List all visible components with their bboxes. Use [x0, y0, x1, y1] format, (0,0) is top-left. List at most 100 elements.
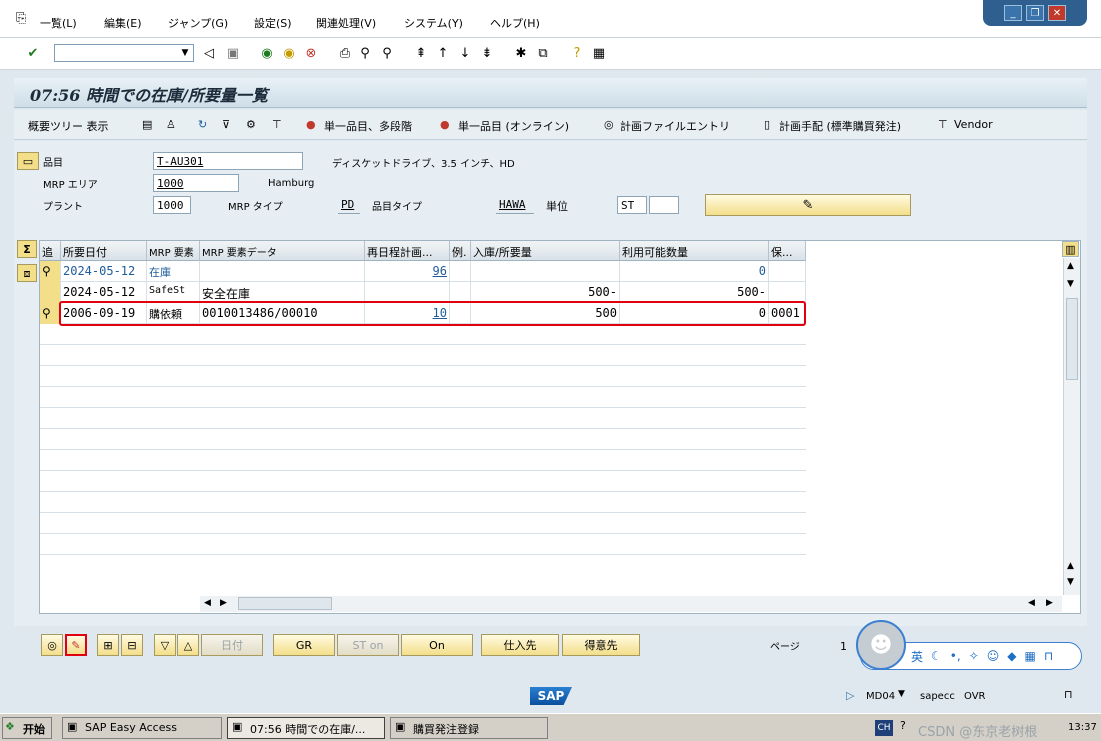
person-icon[interactable]: ♙	[166, 118, 176, 131]
tree-display-button[interactable]: 概要ツリー 表示	[28, 118, 109, 134]
close-button[interactable]: ✕	[1048, 5, 1066, 21]
collapse-icon[interactable]: ⊟	[121, 634, 143, 656]
enter-icon[interactable]: ✔	[24, 44, 42, 62]
task-purchase-order[interactable]: 購買発注登録	[390, 717, 548, 739]
task-stock-list[interactable]: 07:56 時間での在庫/...	[227, 717, 385, 739]
layout-icon[interactable]: ▦	[590, 44, 608, 62]
vendor-button[interactable]: Vendor	[954, 118, 993, 131]
help-icon[interactable]: ?	[568, 44, 586, 62]
expand-icon[interactable]: ⊞	[97, 634, 119, 656]
restore-button[interactable]: ❐	[1026, 5, 1044, 21]
language-indicator[interactable]: CH	[875, 720, 893, 736]
smile-icon[interactable]: ☺	[987, 649, 1000, 663]
single-online-button[interactable]: 単一品目 (オンライン)	[458, 118, 569, 134]
ime-mascot-icon[interactable]: ☻	[856, 620, 906, 670]
scroll-down-icon[interactable]: ▼	[1067, 280, 1074, 289]
lock-icon[interactable]: ⊓	[1044, 649, 1053, 663]
col-header-storage[interactable]: 保...	[769, 241, 806, 261]
filter-icon[interactable]: ⊽	[222, 118, 230, 131]
punctuation-icon[interactable]: •,	[950, 649, 961, 663]
scroll-left-icon[interactable]: ◀	[204, 599, 211, 608]
table-row[interactable]: ⚲ 2024-05-12 在庫 96 0	[40, 261, 806, 282]
prev-page-icon[interactable]: ↑	[434, 44, 452, 62]
scroll-thumb[interactable]	[1066, 298, 1078, 380]
back-icon[interactable]: ◉	[258, 44, 276, 62]
cell-reschedule[interactable]: 96	[365, 261, 450, 282]
row-detail-icon[interactable]: ⚲	[40, 303, 61, 324]
plan-file-button[interactable]: 計画ファイルエントリ	[620, 118, 730, 134]
col-header-date[interactable]: 所要日付	[61, 241, 147, 261]
doc-icon[interactable]: ▤	[142, 118, 152, 131]
unit-extra-field[interactable]	[649, 196, 679, 214]
date-button[interactable]: 日付	[201, 634, 263, 656]
grid-icon[interactable]: ▦	[1025, 649, 1036, 663]
plant-field[interactable]: 1000	[153, 196, 191, 214]
col-header-mrp-data[interactable]: MRP 要素データ	[200, 241, 365, 261]
col-header-receipt-qty[interactable]: 入庫/所要量	[471, 241, 620, 261]
save-icon[interactable]: ▣	[224, 44, 242, 62]
selection-icon[interactable]: ⊤	[272, 118, 282, 131]
tcode-dropdown-icon[interactable]: ▼	[898, 690, 905, 699]
st-on-button[interactable]: ST on	[337, 634, 399, 656]
menu-edit[interactable]: 編集(E)	[104, 15, 142, 31]
command-field[interactable]: ▼	[54, 44, 194, 62]
gr-button[interactable]: GR	[273, 634, 335, 656]
col-header-available-qty[interactable]: 利用可能数量	[620, 241, 769, 261]
help-icon[interactable]: ?	[900, 720, 906, 731]
plan-proc-button[interactable]: 計画手配 (標準購買発注)	[779, 118, 901, 134]
scroll-thumb[interactable]	[238, 597, 332, 610]
sum-icon[interactable]: Σ	[17, 240, 37, 258]
table-row[interactable]: 2024-05-12 SafeSt 安全在庫 500- 500-	[40, 282, 806, 303]
first-page-icon[interactable]: ⇞	[412, 44, 430, 62]
edit-pencil-icon[interactable]: ✎	[705, 194, 911, 216]
customer-button[interactable]: 得意先	[562, 634, 640, 656]
col-header-reschedule[interactable]: 再日程計画...	[365, 241, 450, 261]
new-session-icon[interactable]: ✱	[512, 44, 530, 62]
print-icon[interactable]: ⎙	[336, 44, 354, 62]
menu-goto[interactable]: ジャンプ(G)	[168, 15, 228, 31]
scroll-up-icon[interactable]: ▲	[1067, 262, 1074, 271]
folder-icon[interactable]: ▭	[17, 152, 39, 170]
wrench-icon[interactable]: ✧	[969, 649, 979, 663]
edit-pencil-button[interactable]: ✎	[65, 634, 87, 656]
col-header-exception[interactable]: 例.	[450, 241, 471, 261]
scroll-up-icon[interactable]: ▲	[1067, 562, 1074, 571]
cancel-icon[interactable]: ⊗	[302, 44, 320, 62]
find-icon[interactable]: ⚲	[356, 44, 374, 62]
col-header-add[interactable]: 追	[40, 241, 61, 261]
scroll-left-icon[interactable]: ◀	[1028, 599, 1035, 608]
menu-system[interactable]: システム(Y)	[404, 15, 463, 31]
sort-up-icon[interactable]: △	[177, 634, 199, 656]
select-icon[interactable]: ⧈	[17, 264, 37, 282]
mrp-area-field[interactable]: 1000	[153, 174, 239, 192]
row-detail-icon[interactable]: ⚲	[40, 261, 61, 282]
row-selector[interactable]	[40, 282, 61, 303]
scroll-right-icon[interactable]: ▶	[1046, 599, 1053, 608]
refresh-icon[interactable]: ↻	[198, 118, 207, 131]
last-page-icon[interactable]: ⇟	[478, 44, 496, 62]
back-arrow-icon[interactable]: ◁	[200, 44, 218, 62]
material-field[interactable]: T-AU301	[153, 152, 303, 170]
shirt-icon[interactable]: ◆	[1007, 649, 1016, 663]
on-button[interactable]: On	[401, 634, 473, 656]
menu-settings[interactable]: 設定(S)	[254, 15, 292, 31]
system-menu-icon[interactable]: ⎘	[16, 12, 26, 25]
col-header-mrp-element[interactable]: MRP 要素	[147, 241, 200, 261]
column-config-icon[interactable]: ▥	[1062, 241, 1079, 257]
menu-environment[interactable]: 関連処理(V)	[316, 15, 376, 31]
menu-list[interactable]: 一覧(L)	[40, 15, 77, 31]
vendor-bottom-button[interactable]: 仕入先	[481, 634, 559, 656]
sort-down-icon[interactable]: ▽	[154, 634, 176, 656]
shortcut-icon[interactable]: ⧉	[534, 44, 552, 62]
moon-icon[interactable]: ☾	[931, 649, 942, 663]
glasses-button[interactable]: ◎	[41, 634, 63, 656]
scroll-right-icon[interactable]: ▶	[220, 599, 227, 608]
task-sap-easy-access[interactable]: SAP Easy Access	[62, 717, 222, 739]
single-multi-button[interactable]: 単一品目、多段階	[324, 118, 412, 134]
menu-help[interactable]: ヘルプ(H)	[490, 15, 540, 31]
find-next-icon[interactable]: ⚲	[378, 44, 396, 62]
chevron-down-icon[interactable]: ▼	[177, 45, 193, 61]
vertical-scrollbar[interactable]: ▲ ▼ ▲ ▼	[1063, 258, 1080, 595]
scroll-down-icon[interactable]: ▼	[1067, 578, 1074, 587]
status-play-icon[interactable]: ▷	[846, 690, 854, 701]
